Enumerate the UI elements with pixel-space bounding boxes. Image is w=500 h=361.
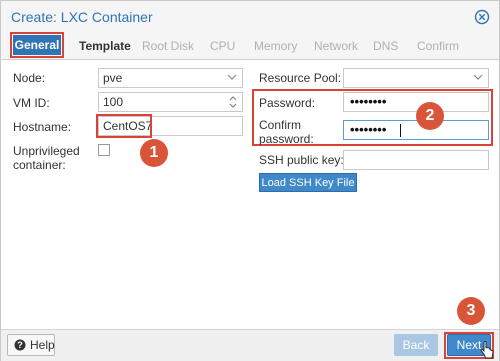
password-input[interactable]: •••••••• <box>343 92 489 112</box>
confirm-password-label-line1: Confirm <box>259 118 302 132</box>
hostname-highlight <box>96 114 152 138</box>
resource-pool-label: Resource Pool: <box>259 71 342 85</box>
question-circle-icon: ? <box>14 339 26 351</box>
close-icon[interactable] <box>474 9 490 25</box>
tab-root-disk[interactable]: Root Disk <box>142 39 194 53</box>
tab-dns[interactable]: DNS <box>373 39 398 53</box>
confirm-password-input[interactable]: •••••••• <box>343 120 489 140</box>
create-lxc-container-dialog: Create: LXC Container General Template R… <box>0 0 500 361</box>
node-label: Node: <box>13 71 46 85</box>
vmid-value: 100 <box>103 95 124 109</box>
tab-cpu[interactable]: CPU <box>210 39 235 53</box>
hostname-label: Hostname: <box>13 120 72 134</box>
svg-text:?: ? <box>17 340 23 350</box>
dialog-footer: ? Help Back Next <box>1 329 499 361</box>
node-value: pve <box>103 71 123 85</box>
confirm-password-label-line2: password: <box>259 132 314 146</box>
hand-pointer-icon <box>480 341 494 359</box>
unprivileged-label-line1: Unprivileged <box>13 144 80 158</box>
password-masked-value: •••••••• <box>350 94 387 109</box>
tab-template[interactable]: Template <box>79 39 131 53</box>
spinner-updown-icon[interactable] <box>228 94 238 110</box>
annotation-badge-1: 1 <box>140 139 168 167</box>
ssh-key-label: SSH public key: <box>259 153 344 167</box>
dialog-titlebar: Create: LXC Container <box>1 1 499 33</box>
annotation-badge-2: 2 <box>416 102 444 130</box>
back-button[interactable]: Back <box>394 334 438 356</box>
unprivileged-checkbox[interactable] <box>98 144 110 156</box>
tab-memory[interactable]: Memory <box>254 39 297 53</box>
unprivileged-label-line2: container: <box>13 158 66 172</box>
help-button[interactable]: ? Help <box>7 334 55 356</box>
help-label: Help <box>30 338 55 352</box>
chevron-down-icon[interactable] <box>473 72 483 82</box>
node-select[interactable]: pve <box>98 68 243 88</box>
chevron-down-icon[interactable] <box>227 72 237 82</box>
vmid-input[interactable]: 100 <box>98 92 243 112</box>
ssh-key-input[interactable] <box>343 150 489 170</box>
load-ssh-key-file-button[interactable]: Load SSH Key File <box>259 173 357 192</box>
general-tab-highlight <box>10 32 64 58</box>
dialog-title: Create: LXC Container <box>11 9 153 25</box>
tab-network[interactable]: Network <box>314 39 358 53</box>
text-cursor <box>400 124 401 137</box>
resource-pool-select[interactable] <box>343 68 489 88</box>
vmid-label: VM ID: <box>13 96 50 110</box>
password-label: Password: <box>259 96 316 110</box>
confirm-password-masked-value: •••••••• <box>350 122 387 137</box>
tab-confirm[interactable]: Confirm <box>417 39 459 53</box>
annotation-badge-3: 3 <box>457 297 485 325</box>
